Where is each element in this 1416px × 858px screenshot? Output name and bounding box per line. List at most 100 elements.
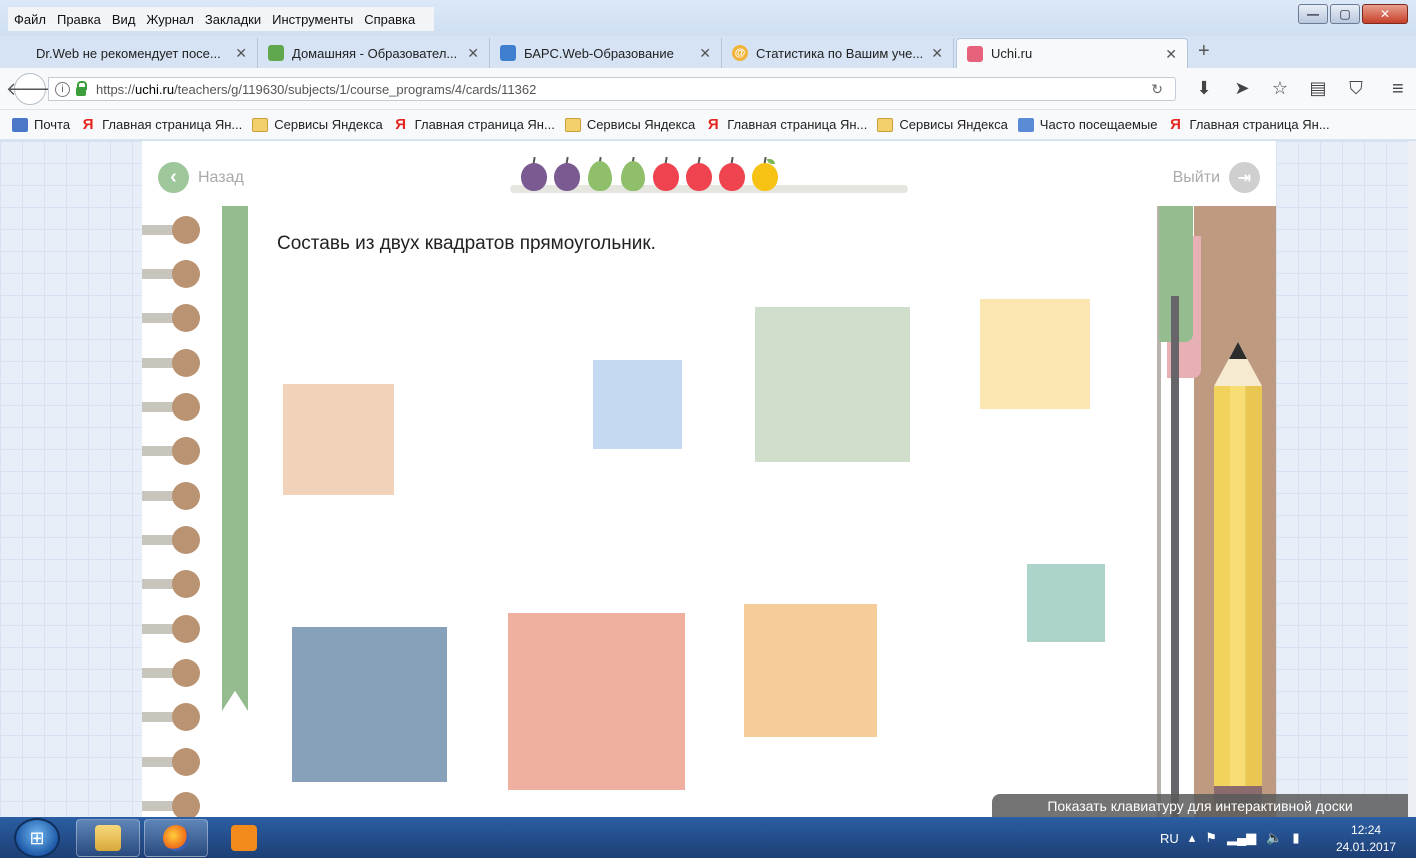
yandex-icon: Я xyxy=(707,116,719,133)
square-apricot[interactable] xyxy=(744,604,877,737)
exit-label: Выйти xyxy=(1172,168,1220,186)
maximize-button[interactable]: ▢ xyxy=(1330,4,1360,24)
pencil-icon xyxy=(1214,342,1262,817)
url-text: https://uchi.ru/teachers/g/119630/subjec… xyxy=(96,81,537,97)
browser-back-button[interactable]: 🡐 xyxy=(6,73,54,105)
lesson-exit-button[interactable]: Выйти ⇥ xyxy=(1173,162,1260,193)
page-scrollbar[interactable] xyxy=(1408,141,1416,817)
firefox-icon xyxy=(163,825,189,851)
menu-bookmarks[interactable]: Закладки xyxy=(205,12,261,27)
tab-edu-home[interactable]: Домашняя - Образовател... ✕ xyxy=(258,38,490,68)
mail-icon xyxy=(12,117,28,132)
flag-icon[interactable]: ⚑ xyxy=(1205,830,1217,846)
tab-uchi[interactable]: Uchi.ru ✕ xyxy=(956,38,1188,68)
tab-close-icon[interactable]: ✕ xyxy=(235,45,247,62)
navigation-bar: 🡐 i https://uchi.ru/teachers/g/119630/su… xyxy=(0,68,1416,110)
tab-label: БАРС.Web-Образование xyxy=(524,45,674,61)
menu-hamburger-icon[interactable]: ≡ xyxy=(1392,78,1404,101)
folder-icon xyxy=(877,117,894,132)
yandex-icon: Я xyxy=(395,116,407,133)
menu-file[interactable]: Файл xyxy=(14,12,46,27)
star-icon[interactable]: ☆ xyxy=(1268,78,1292,99)
uchi-icon xyxy=(967,45,983,62)
plum-icon xyxy=(518,153,551,193)
pear-icon xyxy=(617,153,650,193)
bookmark-yandex[interactable]: Я Главная страница Ян... xyxy=(705,116,868,133)
square-steel-blue[interactable] xyxy=(292,627,447,782)
taskbar-firefox[interactable] xyxy=(144,819,208,857)
menu-bar: Файл Правка Вид Журнал Закладки Инструме… xyxy=(8,7,435,31)
menu-history[interactable]: Журнал xyxy=(146,12,193,27)
menu-view[interactable]: Вид xyxy=(112,12,136,27)
system-tray: RU ▴ ⚑ ▂▄▆ 🔈 ▮ xyxy=(1160,818,1300,858)
tab-close-icon[interactable]: ✕ xyxy=(931,45,943,62)
bars-icon xyxy=(500,45,516,61)
plum-icon xyxy=(551,153,584,193)
menu-help[interactable]: Справка xyxy=(364,12,415,27)
lesson-header: ‹ Назад Выйти ⇥ xyxy=(142,141,1276,207)
tray-expand-icon[interactable]: ▴ xyxy=(1189,830,1196,846)
stats-icon: @ xyxy=(732,45,748,61)
info-icon[interactable]: i xyxy=(55,81,70,97)
start-button[interactable]: ⊞ xyxy=(14,818,60,858)
tab-label: Dr.Web не рекомендует посе... xyxy=(36,45,221,61)
tab-stats[interactable]: @ Статистика по Вашим уче... ✕ xyxy=(722,38,954,68)
apple-icon xyxy=(683,153,716,193)
pocket-icon[interactable]: ⛉ xyxy=(1344,78,1368,99)
tab-label: Домашняя - Образовател... xyxy=(292,45,458,61)
task-instruction: Составь из двух квадратов прямоугольник. xyxy=(277,233,656,254)
bookmark-folder-yandex-services[interactable]: Сервисы Яндекса xyxy=(877,117,1008,132)
lesson-notebook: ‹ Назад Выйти ⇥ Составь из двух квадрато… xyxy=(142,141,1276,817)
menu-edit[interactable]: Правка xyxy=(57,12,101,27)
exit-icon: ⇥ xyxy=(1229,162,1260,193)
keyboard-hint-button[interactable]: Показать клавиатуру для интерактивной до… xyxy=(992,794,1408,817)
bookmark-mail[interactable]: Почта xyxy=(12,117,70,132)
square-peach[interactable] xyxy=(283,384,394,495)
tab-drweb[interactable]: Dr.Web не рекомендует посе... ✕ xyxy=(26,38,258,68)
bookmark-yandex[interactable]: Я Главная страница Ян... xyxy=(393,116,555,133)
bookmark-frequent[interactable]: Часто посещаемые xyxy=(1017,117,1158,132)
reload-icon[interactable]: ↻ xyxy=(1151,81,1163,98)
square-light-yellow[interactable] xyxy=(980,299,1090,409)
folder-icon xyxy=(95,825,121,851)
close-window-button[interactable]: ✕ xyxy=(1362,4,1408,24)
new-tab-button[interactable]: + xyxy=(1198,40,1210,63)
lesson-back-button[interactable]: ‹ Назад xyxy=(158,162,244,193)
taskbar-media[interactable] xyxy=(212,819,276,857)
square-salmon[interactable] xyxy=(508,613,685,790)
apple-icon xyxy=(749,153,782,193)
taskbar-explorer[interactable] xyxy=(76,819,140,857)
bookmark-folder-yandex-services[interactable]: Сервисы Яндекса xyxy=(564,117,695,132)
square-sage[interactable] xyxy=(755,307,910,462)
bookmark-yandex[interactable]: Я Главная страница Ян... xyxy=(1168,116,1330,133)
tab-close-icon[interactable]: ✕ xyxy=(699,45,711,62)
tab-label: Uchi.ru xyxy=(991,46,1033,61)
square-light-blue[interactable] xyxy=(593,360,682,449)
bookmark-folder-yandex-services[interactable]: Сервисы Яндекса xyxy=(252,117,383,132)
minimize-button[interactable]: — xyxy=(1298,4,1328,24)
yandex-icon: Я xyxy=(1170,116,1181,133)
reading-list-icon[interactable]: ▤ xyxy=(1306,78,1330,99)
volume-icon[interactable]: 🔈 xyxy=(1266,830,1282,846)
pear-icon xyxy=(584,153,617,193)
network-icon[interactable]: ▂▄▆ xyxy=(1227,830,1256,846)
arrow-left-icon: 🡐 xyxy=(5,78,55,99)
tab-bars[interactable]: БАРС.Web-Образование ✕ xyxy=(490,38,722,68)
clock-date: 24.01.2017 xyxy=(1336,840,1397,854)
taskbar-clock[interactable]: 12:24 24.01.2017 xyxy=(1336,822,1396,856)
progress-fruits xyxy=(518,153,782,193)
download-icon[interactable]: ⬇ xyxy=(1192,78,1216,99)
bookmark-yandex[interactable]: Я Главная страница Ян... xyxy=(80,116,243,133)
address-bar[interactable]: i https://uchi.ru/teachers/g/119630/subj… xyxy=(48,77,1176,101)
power-icon[interactable]: ▮ xyxy=(1292,830,1299,846)
language-indicator[interactable]: RU xyxy=(1160,831,1179,846)
square-teal[interactable] xyxy=(1027,564,1105,642)
clock-time: 12:24 xyxy=(1351,823,1382,837)
bookmark-ribbon xyxy=(222,206,248,711)
menu-tools[interactable]: Инструменты xyxy=(272,12,353,27)
tab-close-icon[interactable]: ✕ xyxy=(1165,46,1177,63)
tab-label: Статистика по Вашим уче... xyxy=(756,45,924,61)
tab-close-icon[interactable]: ✕ xyxy=(467,45,479,62)
send-icon[interactable]: ➤ xyxy=(1230,78,1254,99)
apple-icon xyxy=(650,153,683,193)
